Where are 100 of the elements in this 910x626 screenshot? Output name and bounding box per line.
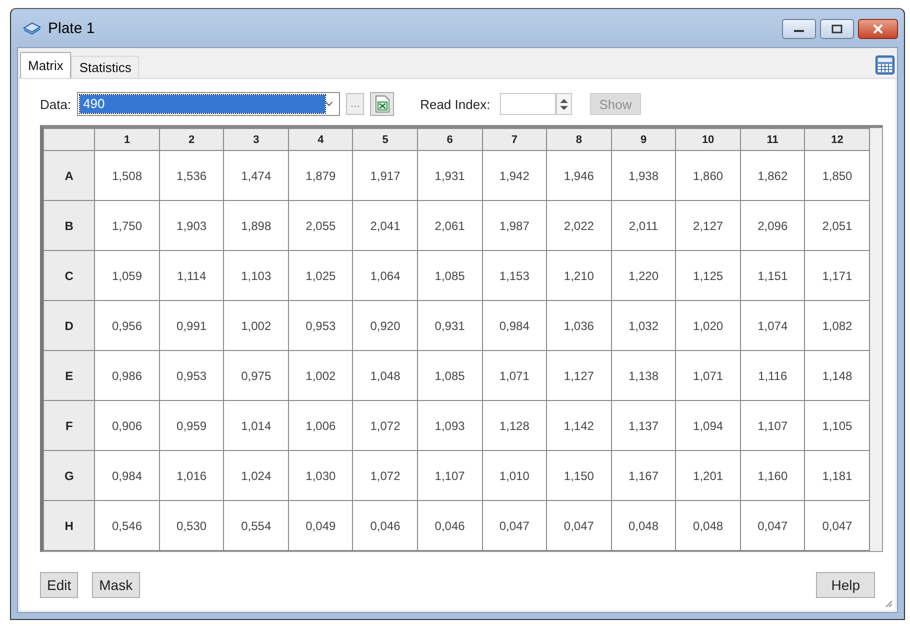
table-cell: 1,987	[482, 200, 547, 250]
table-cell: 0,984	[94, 450, 160, 500]
chevron-icon	[325, 100, 334, 108]
table-cell: 1,127	[546, 350, 612, 400]
tab[interactable]: Matrix	[20, 52, 72, 78]
table-cell: 1,148	[804, 350, 870, 400]
table-cell: 1,094	[676, 400, 740, 450]
table-cell: 1,138	[611, 350, 676, 400]
table-cell: 1,059	[94, 250, 160, 300]
calculator-icon[interactable]	[875, 55, 895, 75]
table-cell: 1,036	[546, 300, 612, 350]
table-cell: 1,181	[804, 450, 870, 500]
row-header: E	[44, 350, 95, 400]
table-cell: 2,127	[676, 200, 740, 250]
dialog-button[interactable]: Edit	[40, 572, 78, 598]
table-cell: 1,114	[159, 250, 224, 300]
row-header: B	[44, 200, 95, 250]
maximize-button[interactable]	[820, 19, 854, 39]
table-cell: 1,850	[804, 150, 870, 200]
table-cell: 2,061	[418, 200, 482, 250]
table-cell: 1,862	[740, 150, 805, 200]
table-cell: 0,956	[94, 300, 160, 350]
column-header: 3	[224, 128, 288, 150]
table-cell: 0,046	[352, 500, 418, 550]
table-cell: 1,072	[352, 400, 418, 450]
column-header: 8	[546, 128, 612, 150]
table-cell: 1,167	[611, 450, 676, 500]
data-dropdown[interactable]: 490	[77, 92, 340, 116]
column-header: 1	[94, 128, 160, 150]
column-header: 4	[288, 128, 353, 150]
dialog-button[interactable]: Mask	[92, 572, 140, 598]
column-header: 10	[676, 128, 740, 150]
table-cell: 0,931	[418, 300, 482, 350]
spin-arrows-icon[interactable]	[556, 93, 572, 115]
table-cell: 1,107	[740, 400, 805, 450]
table-cell: 0,530	[159, 500, 224, 550]
table-cell: 1,093	[418, 400, 482, 450]
table-cell: 0,920	[352, 300, 418, 350]
table-cell: 1,160	[740, 450, 805, 500]
table-cell: 1,072	[352, 450, 418, 500]
table-cell: 0,906	[94, 400, 160, 450]
column-header: 11	[740, 128, 805, 150]
table-cell: 1,917	[352, 150, 418, 200]
maximize-icon	[831, 24, 843, 34]
table-cell: 0,048	[611, 500, 676, 550]
data-label: Data:	[40, 96, 72, 112]
table-cell: 1,002	[288, 350, 353, 400]
plate-icon	[23, 21, 41, 35]
read-index-field[interactable]	[500, 93, 556, 115]
row-header: A	[44, 150, 95, 200]
table-cell: 0,546	[94, 500, 160, 550]
table-cell: 1,032	[611, 300, 676, 350]
table-cell: 1,903	[159, 200, 224, 250]
table-cell: 1,002	[224, 300, 288, 350]
table-cell: 1,898	[224, 200, 288, 250]
table-cell: 1,074	[740, 300, 805, 350]
table-cell: 2,041	[352, 200, 418, 250]
table-cell: 1,085	[418, 350, 482, 400]
table-cell: 1,010	[482, 450, 547, 500]
table-cell: 2,011	[611, 200, 676, 250]
table-cell: 2,022	[546, 200, 612, 250]
table-cell: 1,171	[804, 250, 870, 300]
table-cell: 1,750	[94, 200, 160, 250]
dialog-button[interactable]: Help	[816, 572, 875, 598]
table-cell: 0,991	[159, 300, 224, 350]
table-cell: 1,048	[352, 350, 418, 400]
table-cell: 1,030	[288, 450, 353, 500]
table-cell: 2,096	[740, 200, 805, 250]
table-cell: 1,082	[804, 300, 870, 350]
resize-grip-icon[interactable]	[885, 600, 893, 608]
table-cell: 0,047	[740, 500, 805, 550]
window-title: Plate 1	[48, 20, 95, 36]
table-cell: 1,942	[482, 150, 547, 200]
table-cell: 0,048	[676, 500, 740, 550]
table-cell: 1,142	[546, 400, 612, 450]
column-header: 2	[159, 128, 224, 150]
table-cell: 1,201	[676, 450, 740, 500]
table-cell: 1,024	[224, 450, 288, 500]
row-header: F	[44, 400, 95, 450]
tab[interactable]: Statistics	[71, 56, 140, 78]
row-header: G	[44, 450, 95, 500]
table-cell: 1,071	[482, 350, 547, 400]
minimize-button[interactable]	[782, 19, 816, 39]
table-cell: 1,105	[804, 400, 870, 450]
table-cell: 1,931	[418, 150, 482, 200]
close-button[interactable]	[858, 19, 898, 39]
column-header: 6	[418, 128, 482, 150]
column-header: 7	[482, 128, 547, 150]
table-cell: 1,014	[224, 400, 288, 450]
row-header: H	[44, 500, 95, 550]
table-cell: 1,103	[224, 250, 288, 300]
table-cell: 0,554	[224, 500, 288, 550]
read-index-label: Read Index:	[420, 96, 490, 112]
table-cell: 1,137	[611, 400, 676, 450]
table-cell: 1,860	[676, 150, 740, 200]
column-header: 9	[611, 128, 676, 150]
table-cell: 1,536	[159, 150, 224, 200]
table-cell: 1,153	[482, 250, 547, 300]
spreadsheet-export-icon[interactable]	[370, 92, 394, 116]
table-cell: 1,016	[159, 450, 224, 500]
